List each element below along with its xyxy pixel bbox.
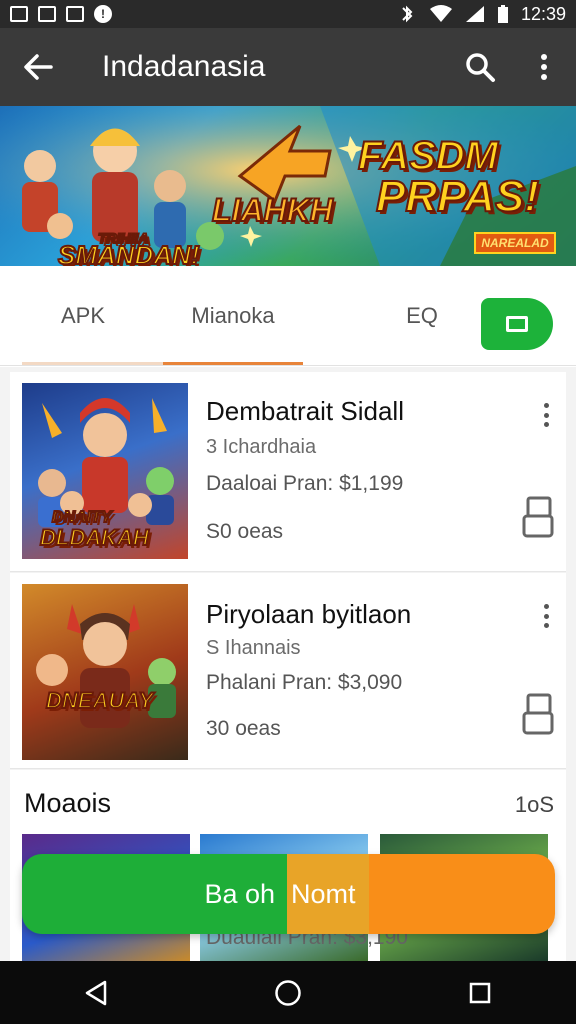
list-item[interactable]: DNAITY DLDAKAH Dembatrait Sidall 3 Ichar… [10,372,566,572]
active-tab-indicator [163,362,303,365]
status-bar: ! 12:39 [0,0,576,28]
item-thumbnail: DNAITY DLDAKAH [22,383,188,559]
square-recents-icon [469,982,491,1003]
tab-eq[interactable]: EQ [380,266,464,366]
app-title: Indadanasia [102,50,266,83]
system-nav-bar [0,961,576,1024]
item-meta: 30 oeas [206,717,281,740]
more-vertical-icon [541,54,547,80]
banner-center-word: LIAHKH [211,191,334,229]
item-more-button[interactable] [536,400,556,430]
banner-left-word-2: SMANDAN! [57,239,201,266]
cta-button[interactable]: Ba oh Nomt [22,854,555,934]
search-button[interactable] [448,28,512,106]
banner-headline-2: PRPAS! [375,171,540,222]
status-time: 12:39 [520,3,566,24]
search-icon [466,53,495,82]
bluetooth-icon [402,5,413,23]
item-title: Piryolaan byitlaon [206,599,412,629]
nav-home-button[interactable] [258,963,318,1023]
item-thumbnail: DNEAUAY [22,584,188,760]
promo-banner[interactable]: FASDM PRPAS! NAREALAD LIAHKH TRIHIIA SMA… [0,106,576,266]
section-header: Moaois 1oS [10,770,566,834]
cta-left-label[interactable]: Ba oh [22,854,287,934]
tab-window-button[interactable] [481,298,553,350]
signal-icon [465,6,484,22]
tab-track [22,362,163,365]
section-title: Moaois [24,788,112,818]
thumb-text-1: DNEAUAY [45,687,154,714]
app-bar: Indadanasia [0,28,576,106]
banner-tag: NAREALAD [474,232,556,254]
overflow-menu-button[interactable] [512,28,576,106]
install-icon[interactable] [522,496,554,538]
circle-home-icon [275,979,301,1006]
section-count[interactable]: 1oS [515,792,554,818]
item-title: Dembatrait Sidall [206,396,404,426]
item-subtitle: S Ihannais [206,637,301,659]
item-price: Daaloai Pran: $1,199 [206,472,404,495]
alert-notification-icon: ! [94,5,112,23]
item-more-button[interactable] [536,601,556,631]
thumb-text-2: DLDAKAH [39,524,150,551]
back-arrow-icon [24,54,53,80]
photo-notification-icon [66,6,84,22]
list-item[interactable]: DNEAUAY Piryolaan byitlaon S Ihannais Ph… [10,573,566,769]
cta-right[interactable]: Nomt [287,854,555,934]
item-subtitle: 3 Ichardhaia [206,436,317,458]
wifi-icon [429,5,452,22]
install-icon[interactable] [522,693,554,735]
triangle-back-icon [85,980,107,1005]
back-button[interactable] [0,28,76,106]
nav-recents-button[interactable] [450,963,510,1023]
gallery-notification-icon [10,6,28,22]
item-price: Phalani Pran: $3,090 [206,671,403,694]
image-notification-icon [38,6,56,22]
battery-icon [497,5,508,23]
nav-back-button[interactable] [66,963,126,1023]
window-icon [506,316,528,332]
tab-mianoka[interactable]: Mianoka [163,266,303,366]
item-meta: S0 oeas [206,520,284,543]
cta-right-label: Nomt [291,878,356,909]
tab-apk[interactable]: APK [22,266,144,366]
game-art-image [36,604,176,728]
